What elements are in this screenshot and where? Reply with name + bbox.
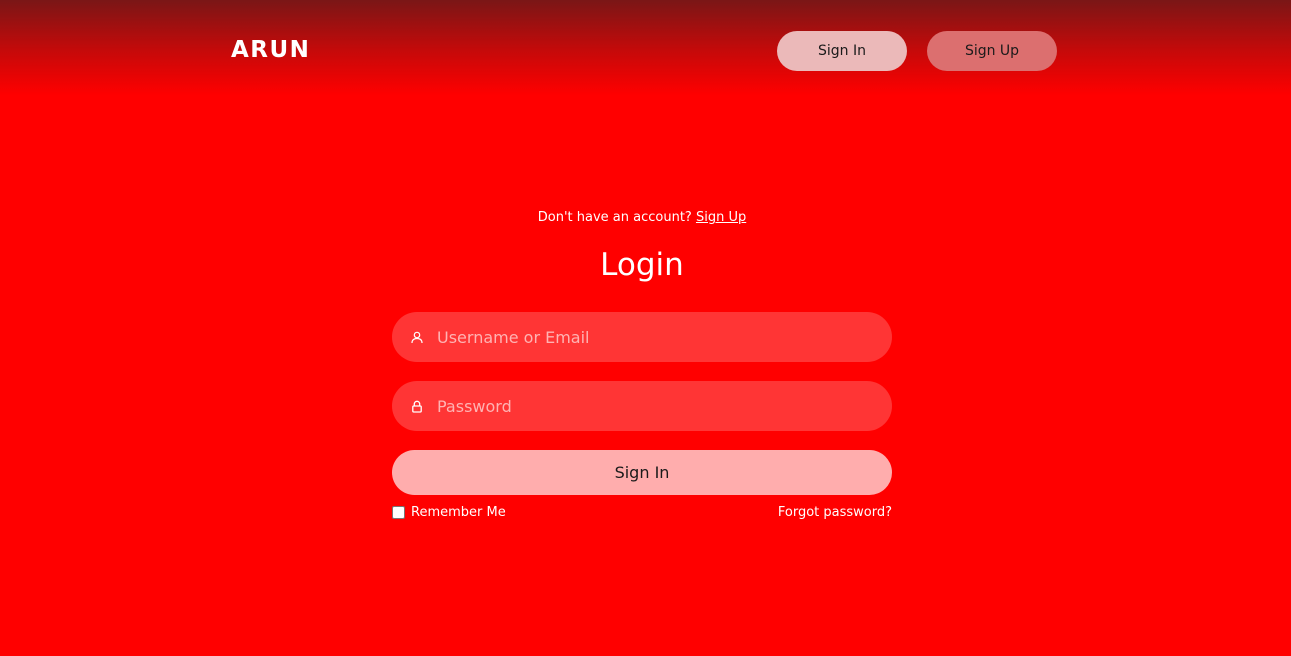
login-form: Don't have an account? Sign Up Login Sig… [392, 200, 892, 520]
nav-sign-in-button[interactable]: Sign In [777, 31, 907, 71]
signup-link[interactable]: Sign Up [696, 210, 746, 225]
sign-in-button[interactable]: Sign In [392, 450, 892, 495]
form-options: Remember Me Forgot password? [392, 505, 892, 523]
nav-sign-up-button[interactable]: Sign Up [927, 31, 1057, 71]
user-icon [410, 330, 424, 344]
page-title: Login [600, 247, 684, 283]
header: ARUN Sign In Sign Up [0, 0, 1291, 100]
signup-prompt-text: Don't have an account? [537, 210, 692, 225]
lock-icon [410, 399, 424, 413]
logo: ARUN [231, 37, 311, 63]
signup-prompt: Don't have an account? Sign Up [392, 209, 892, 226]
username-field[interactable] [392, 312, 892, 362]
password-input[interactable] [437, 396, 857, 416]
remember-me-label: Remember Me [411, 505, 506, 520]
remember-me[interactable]: Remember Me [392, 505, 506, 520]
password-field[interactable] [392, 381, 892, 431]
remember-me-checkbox[interactable] [392, 506, 405, 519]
forgot-password-link[interactable]: Forgot password? [778, 505, 892, 520]
username-input[interactable] [437, 327, 857, 347]
